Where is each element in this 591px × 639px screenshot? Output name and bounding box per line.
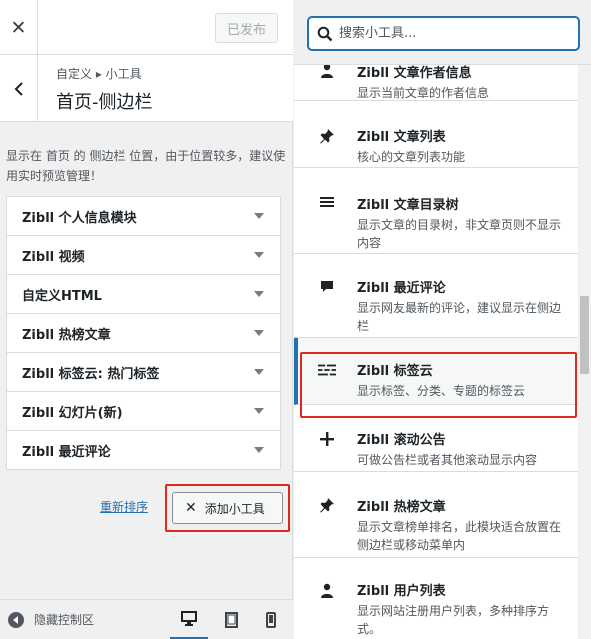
caret-down-icon[interactable] xyxy=(254,369,264,375)
caret-down-icon[interactable] xyxy=(254,330,264,336)
available-widget-name: Zibll 热榜文章 xyxy=(357,500,446,515)
section-header: 自定义 ▸ 小工具 首页-侧边栏 xyxy=(0,55,293,122)
device-desktop-button[interactable] xyxy=(170,600,208,639)
section-description: 显示在 首页 的 侧边栏 位置，由于位置较多，建议使用实时预览管理！ xyxy=(6,149,286,183)
widget-label: Zibll 个人信息模块 xyxy=(22,210,137,226)
available-widget-desc: 显示网友最新的评论，建议显示在侧边栏 xyxy=(357,301,562,333)
caret-down-icon[interactable] xyxy=(254,408,264,414)
available-widget-item[interactable]: Zibll 文章列表 核心的文章列表功能 xyxy=(294,101,578,168)
desktop-icon xyxy=(181,611,197,626)
widget-label: 自定义HTML xyxy=(22,288,102,304)
available-widget-desc: 可做公告栏或者其他滚动显示内容 xyxy=(357,453,538,467)
available-widget-desc: 显示文章榜单排名，此模块适合放置在侧边栏或移动菜单内 xyxy=(357,520,562,552)
widget-list: Zibll 个人信息模块 Zibll 视频 自定义HTML Zibll 热榜文章… xyxy=(6,196,281,470)
plus-icon xyxy=(318,430,336,448)
tablet-icon xyxy=(224,612,238,628)
available-widget-desc: 显示文章的目录树，非文章页则不显示内容 xyxy=(357,218,562,250)
widget-item[interactable]: 自定义HTML xyxy=(6,274,281,314)
widget-item[interactable]: Zibll 最近评论 xyxy=(6,430,281,470)
caret-down-icon[interactable] xyxy=(254,291,264,297)
device-mobile-button[interactable] xyxy=(252,600,290,639)
search-input[interactable] xyxy=(339,26,559,41)
widget-item[interactable]: Zibll 个人信息模块 xyxy=(6,196,281,236)
caret-down-icon[interactable] xyxy=(254,447,264,453)
available-widget-item[interactable]: Zibll 热榜文章 显示文章榜单排名，此模块适合放置在侧边栏或移动菜单内 xyxy=(294,472,578,558)
widget-label: Zibll 标签云: 热门标签 xyxy=(22,366,160,382)
available-widget-name: Zibll 文章目录树 xyxy=(357,198,459,213)
close-button[interactable]: ✕ xyxy=(0,0,38,55)
pin-icon xyxy=(318,127,336,145)
mobile-icon xyxy=(266,612,276,628)
available-widget-item[interactable]: Zibll 文章目录树 显示文章的目录树，非文章页则不显示内容 xyxy=(294,168,578,254)
widget-item[interactable]: Zibll 热榜文章 xyxy=(6,313,281,353)
available-widget-item[interactable]: Zibll 用户列表 显示网站注册用户列表，多种排序方式。 xyxy=(294,558,578,639)
arrow-left-circle-icon xyxy=(8,611,24,628)
available-widget-item[interactable]: Zibll 滚动公告 可做公告栏或者其他滚动显示内容 xyxy=(294,405,578,472)
comment-icon xyxy=(318,278,336,296)
widget-label: Zibll 最近评论 xyxy=(22,444,111,460)
reorder-link[interactable]: 重新排序 xyxy=(100,498,148,515)
available-widget-item[interactable]: Zibll 最近评论 显示网友最新的评论，建议显示在侧边栏 xyxy=(294,254,578,338)
scrollbar-thumb[interactable] xyxy=(580,296,589,374)
widget-item[interactable]: Zibll 视频 xyxy=(6,235,281,275)
available-widget-name: Zibll 文章列表 xyxy=(357,130,446,145)
widget-label: Zibll 热榜文章 xyxy=(22,327,111,343)
available-widget-desc: 显示标签、分类、专题的标签云 xyxy=(357,384,526,398)
available-widget-desc: 显示当前文章的作者信息 xyxy=(357,86,490,100)
close-icon: ✕ xyxy=(10,16,27,39)
customizer-header: ✕ 已发布 xyxy=(0,0,293,55)
chevron-left-icon xyxy=(14,81,23,96)
publish-button[interactable]: 已发布 xyxy=(215,13,278,43)
widget-item[interactable]: Zibll 标签云: 热门标签 xyxy=(6,352,281,392)
available-widgets-panel: Zibll 文章作者信息 显示当前文章的作者信息 Zibll 文章列表 核心的文… xyxy=(294,0,591,639)
caret-down-icon[interactable] xyxy=(254,252,264,258)
page-title: 首页-侧边栏 xyxy=(56,92,153,113)
customizer-footer: 隐藏控制区 xyxy=(0,599,293,639)
available-widget-name: Zibll 标签云 xyxy=(357,364,433,379)
back-button[interactable] xyxy=(0,55,38,122)
caret-down-icon[interactable] xyxy=(254,213,264,219)
available-widget-name: Zibll 滚动公告 xyxy=(357,433,446,448)
available-widget-desc: 显示网站注册用户列表，多种排序方式。 xyxy=(357,604,550,636)
device-tablet-button[interactable] xyxy=(212,600,250,639)
breadcrumb: 自定义 ▸ 小工具 xyxy=(56,67,142,81)
person-icon xyxy=(318,582,336,600)
hide-controls-button[interactable]: 隐藏控制区 xyxy=(8,611,94,628)
pin-icon xyxy=(318,496,336,514)
search-box[interactable] xyxy=(308,17,579,50)
search-icon xyxy=(317,26,333,41)
add-widget-label: 添加小工具 xyxy=(204,501,265,516)
available-widget-name: Zibll 最近评论 xyxy=(357,281,446,296)
available-widget-name: Zibll 用户列表 xyxy=(357,584,446,599)
customizer-sidebar: ✕ 已发布 自定义 ▸ 小工具 首页-侧边栏 显示在 首页 的 侧边栏 位置，由… xyxy=(0,0,293,639)
widget-search-bar xyxy=(294,0,591,65)
tag-cloud-icon xyxy=(318,361,336,379)
widget-label: Zibll 幻灯片(新) xyxy=(22,405,123,421)
add-widget-highlight: ✕ 添加小工具 xyxy=(165,484,290,532)
menu-icon xyxy=(318,193,336,211)
widget-item[interactable]: Zibll 幻灯片(新) xyxy=(6,391,281,431)
widget-label: Zibll 视频 xyxy=(22,249,85,265)
available-widget-desc: 核心的文章列表功能 xyxy=(357,150,466,164)
available-widget-list: Zibll 文章作者信息 显示当前文章的作者信息 Zibll 文章列表 核心的文… xyxy=(294,35,578,639)
x-icon: ✕ xyxy=(185,500,197,516)
hide-controls-label: 隐藏控制区 xyxy=(34,613,95,627)
available-widget-item-selected[interactable]: Zibll 标签云 显示标签、分类、专题的标签云 xyxy=(294,338,578,405)
add-widget-button[interactable]: ✕ 添加小工具 xyxy=(172,492,283,524)
